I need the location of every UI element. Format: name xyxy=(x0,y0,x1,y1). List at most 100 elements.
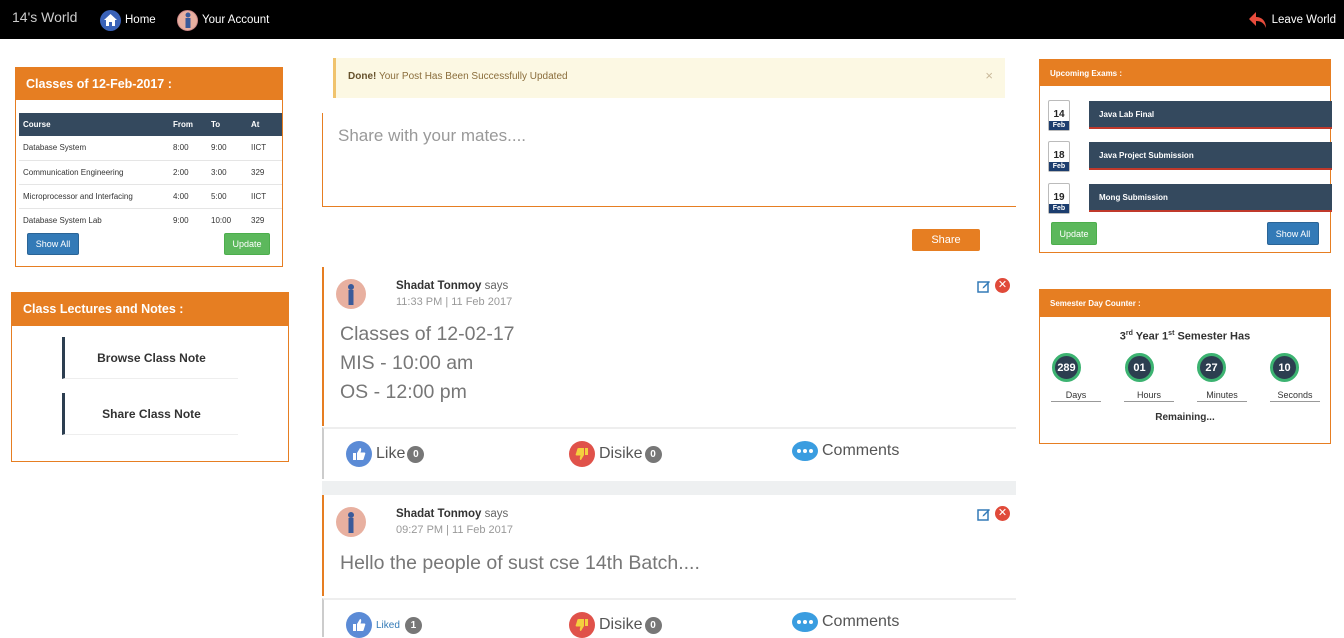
post-author-name[interactable]: Shadat Tonmoy xyxy=(396,508,481,520)
dislike-icon xyxy=(569,612,595,638)
exam-name: Java Project Submission xyxy=(1089,142,1332,170)
hours-circle: 01 xyxy=(1125,353,1154,382)
table-row: Database System Lab 9:00 10:00 329 xyxy=(19,208,282,232)
like-count: 0 xyxy=(407,445,425,463)
exam-day: 19 xyxy=(1053,192,1065,203)
cell-at: IICT xyxy=(247,184,282,209)
like-button[interactable]: Like 0 xyxy=(346,441,425,467)
nav-account-link[interactable]: Your Account xyxy=(177,9,269,31)
comments-icon xyxy=(792,612,818,632)
cell-course: Communication Engineering xyxy=(19,160,169,185)
alert-close-button[interactable]: × xyxy=(985,68,993,83)
edit-icon[interactable] xyxy=(977,279,991,293)
like-count: 1 xyxy=(404,616,422,634)
author-avatar[interactable] xyxy=(336,279,366,309)
post-author: Shadat Tonmoy says xyxy=(396,508,508,520)
dislike-count: 0 xyxy=(644,445,662,463)
post-card: Shadat Tonmoy says 11:33 PM | 11 Feb 201… xyxy=(322,267,1016,426)
exam-item[interactable]: 19 Feb Mong Submission xyxy=(1048,183,1332,214)
cell-at: 329 xyxy=(251,215,265,225)
alert-message: Your Post Has Been Successfully Updated xyxy=(376,71,568,82)
col-at: At xyxy=(247,113,282,136)
post-card: Shadat Tonmoy says 09:27 PM | 11 Feb 201… xyxy=(322,495,1016,596)
post-separator xyxy=(322,481,1016,495)
post-line: Hello the people of sust cse 14th Batch.… xyxy=(340,552,700,574)
classes-panel: Classes of 12-Feb-2017 : Course From To … xyxy=(15,67,283,267)
classes-show-all-button[interactable]: Show All xyxy=(27,233,79,255)
classes-update-button[interactable]: Update xyxy=(224,233,270,255)
liked-button[interactable]: Liked 1 xyxy=(346,612,422,638)
share-textarea[interactable]: Share with your mates.... xyxy=(322,113,1016,207)
exam-name: Java Lab Final xyxy=(1089,101,1332,129)
post-author-name[interactable]: Shadat Tonmoy xyxy=(396,280,481,292)
dislike-count: 0 xyxy=(644,616,662,634)
liked-label: Liked xyxy=(376,619,400,631)
exams-show-all-button[interactable]: Show All xyxy=(1267,222,1319,245)
nav-home-label: Home xyxy=(125,14,156,26)
cell-to: 5:00 xyxy=(207,184,247,209)
share-button[interactable]: Share xyxy=(912,229,980,251)
dislike-icon xyxy=(569,441,595,467)
comments-label: Comments xyxy=(822,613,900,630)
table-row: Communication Engineering 2:00 3:00 329 xyxy=(19,160,282,185)
cell-to: 9:00 xyxy=(207,136,247,161)
days-label: Days xyxy=(1051,390,1101,402)
cell-from: 2:00 xyxy=(169,160,207,185)
classes-table: Course From To At Database System 8:00 9… xyxy=(19,113,282,232)
post-line: Classes of 12-02-17 xyxy=(340,323,515,345)
calendar-icon: 14 Feb xyxy=(1048,100,1070,131)
like-label: Like xyxy=(376,445,406,462)
avatar-icon xyxy=(177,9,198,31)
post-says: says xyxy=(481,280,509,292)
post-line: MIS - 10:00 am xyxy=(340,352,474,374)
browse-class-note-link[interactable]: Browse Class Note xyxy=(62,337,238,379)
comments-button[interactable]: Comments xyxy=(792,441,899,461)
cell-to: 10:00 xyxy=(211,215,232,225)
post-body: Classes of 12-02-17 MIS - 10:00 am OS - … xyxy=(340,320,515,407)
comments-button[interactable]: Comments xyxy=(792,612,899,632)
calendar-icon: 19 Feb xyxy=(1048,183,1070,214)
cell-at: IICT xyxy=(247,136,282,161)
author-avatar[interactable] xyxy=(336,507,366,537)
cell-at: 329 xyxy=(247,160,282,185)
cell-to: 3:00 xyxy=(207,160,247,185)
edit-icon[interactable] xyxy=(977,507,991,521)
comments-label: Comments xyxy=(822,442,900,459)
lectures-panel: Class Lectures and Notes : Browse Class … xyxy=(11,292,289,462)
upcoming-exams-panel: Upcoming Exams : 14 Feb Java Lab Final 1… xyxy=(1039,59,1332,253)
exam-day: 14 xyxy=(1053,109,1065,120)
days-circle: 289 xyxy=(1052,353,1081,382)
delete-icon[interactable]: ✕ xyxy=(995,278,1010,293)
exams-update-button[interactable]: Update xyxy=(1051,222,1097,245)
leave-icon xyxy=(1248,12,1266,28)
share-class-note-link[interactable]: Share Class Note xyxy=(62,393,238,435)
dislike-label: Disike xyxy=(599,445,643,462)
col-course: Course xyxy=(19,113,169,136)
exam-item[interactable]: 18 Feb Java Project Submission xyxy=(1048,141,1332,172)
cell-from: 4:00 xyxy=(169,184,207,209)
exam-item[interactable]: 14 Feb Java Lab Final xyxy=(1048,100,1332,131)
alert-strong: Done! xyxy=(348,71,377,82)
cell-course: Database System xyxy=(19,136,169,161)
like-icon xyxy=(346,612,372,638)
exam-day: 18 xyxy=(1053,150,1065,161)
dislike-label: Disike xyxy=(599,616,643,633)
exam-name: Mong Submission xyxy=(1089,184,1332,212)
remaining-text: Remaining... xyxy=(1155,412,1215,423)
nav-home-link[interactable]: Home xyxy=(100,9,156,31)
nav-leave-link[interactable]: Leave World xyxy=(1248,9,1336,31)
col-to: To xyxy=(207,113,247,136)
semester-counter-panel: Semester Day Counter : 3rd Year 1st Seme… xyxy=(1039,289,1331,444)
post-line: OS - 12:00 pm xyxy=(340,381,467,403)
hours-label: Hours xyxy=(1124,390,1174,402)
table-row: Microprocessor and Interfacing 4:00 5:00… xyxy=(19,184,282,209)
exams-panel-title: Upcoming Exams : xyxy=(1040,60,1330,86)
dislike-button[interactable]: Disike 0 xyxy=(569,441,662,467)
minutes-label: Minutes xyxy=(1197,390,1247,402)
dislike-button[interactable]: Disike 0 xyxy=(569,612,662,638)
brand-link[interactable]: 14's World xyxy=(12,9,77,25)
delete-icon[interactable]: ✕ xyxy=(995,506,1010,521)
nav-leave-label: Leave World xyxy=(1271,14,1336,26)
cell-course: Microprocessor and Interfacing xyxy=(19,184,169,209)
home-icon xyxy=(100,9,121,31)
